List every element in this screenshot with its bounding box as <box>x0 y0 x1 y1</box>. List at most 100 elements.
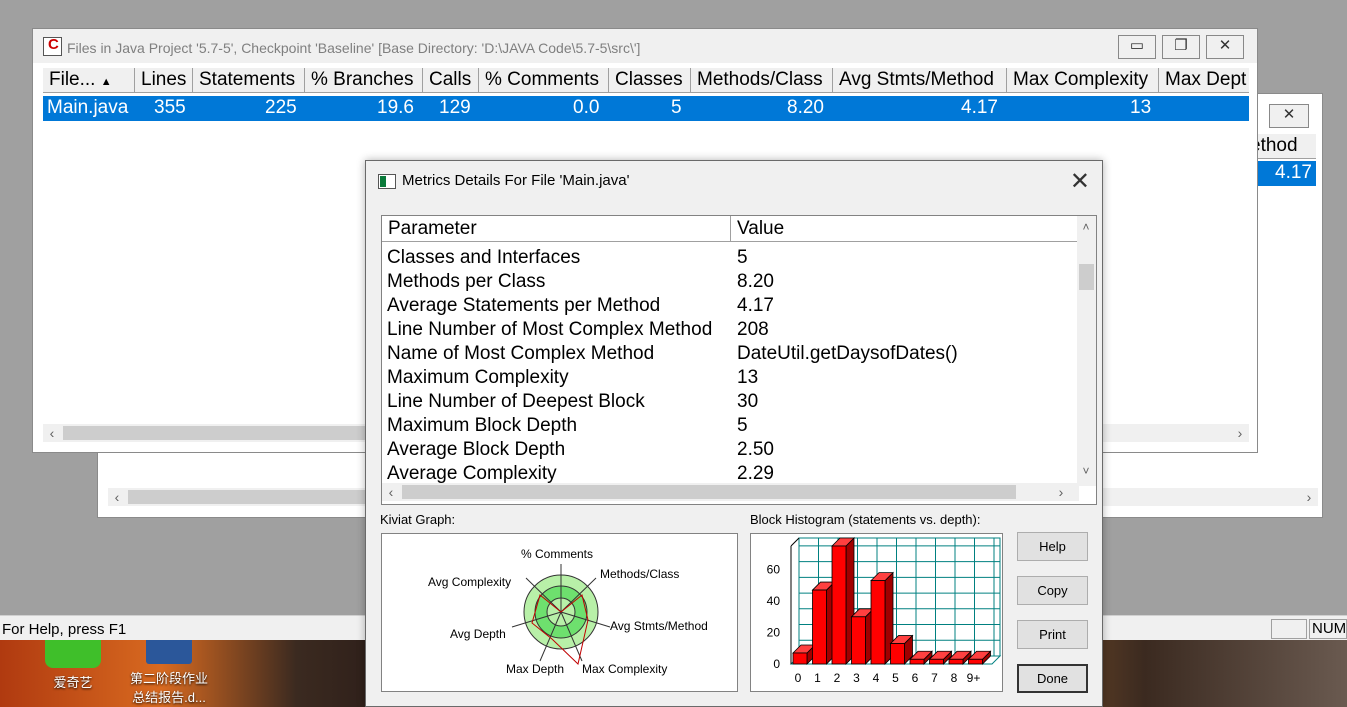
histogram-bar <box>929 658 944 665</box>
scroll-up-icon[interactable]: ˄ <box>1077 218 1095 236</box>
copy-button[interactable]: Copy <box>1017 576 1088 605</box>
histogram-bar <box>968 658 983 665</box>
scroll-thumb[interactable] <box>1079 264 1094 290</box>
metrics-dialog[interactable]: Metrics Details For File 'Main.java' ✕ P… <box>365 160 1103 707</box>
minimize-button[interactable]: ▭ <box>1118 35 1156 59</box>
histogram-y-tick-label: 40 <box>767 594 781 608</box>
help-button[interactable]: Help <box>1017 532 1088 561</box>
column-header-comments[interactable]: % Comments <box>479 68 609 93</box>
column-header-avg-stmts[interactable]: Avg Stmts/Method <box>833 68 1007 93</box>
metric-value[interactable]: 8.20 <box>737 270 774 294</box>
metric-param[interactable]: Maximum Block Depth <box>387 414 577 438</box>
kiviat-axis-label: Max Depth <box>506 662 564 676</box>
cell-avg-stmts: 4.17 <box>961 97 998 118</box>
cell-methods-class: 8.20 <box>787 97 824 118</box>
close-button[interactable]: ✕ <box>1206 35 1244 59</box>
back-close-button[interactable]: ✕ <box>1269 104 1309 128</box>
done-button[interactable]: Done <box>1017 664 1088 693</box>
status-help-text: For Help, press F1 <box>2 621 127 638</box>
histogram-bar <box>831 545 847 665</box>
metric-param[interactable]: Methods per Class <box>387 270 545 294</box>
scroll-right-icon[interactable]: › <box>1231 424 1249 442</box>
metrics-icon <box>378 174 396 189</box>
scroll-left-icon[interactable]: ‹ <box>382 483 400 501</box>
metric-param[interactable]: Maximum Complexity <box>387 366 569 390</box>
app-icon <box>43 36 62 56</box>
histogram-y-tick-label: 0 <box>773 657 780 671</box>
metric-value[interactable]: DateUtil.getDaysofDates() <box>737 342 958 366</box>
column-header-file[interactable]: File... ▲ <box>43 68 135 93</box>
kiviat-axis-label: Avg Stmts/Method <box>610 619 708 633</box>
scroll-right-icon[interactable]: › <box>1300 488 1318 506</box>
scroll-right-icon[interactable]: › <box>1052 483 1070 501</box>
column-header-parameter[interactable]: Parameter <box>382 216 731 242</box>
histogram-bar <box>890 643 905 665</box>
column-header-max-complexity[interactable]: Max Complexity <box>1007 68 1159 93</box>
cell-branches: 19.6 <box>377 97 414 118</box>
metric-param[interactable]: Line Number of Most Complex Method <box>387 318 712 342</box>
table-row[interactable]: Main.java 355 225 19.6 129 0.0 5 8.20 4.… <box>43 96 1249 121</box>
column-header-methods-class[interactable]: Methods/Class <box>691 68 833 93</box>
column-header-branches[interactable]: % Branches <box>305 68 423 93</box>
column-header-statements[interactable]: Statements <box>193 68 305 93</box>
kiviat-axis-label: Methods/Class <box>600 567 679 581</box>
metric-value[interactable]: 4.17 <box>737 294 774 318</box>
metric-value[interactable]: 5 <box>737 414 748 438</box>
metric-param[interactable]: Name of Most Complex Method <box>387 342 654 366</box>
histogram-bar <box>909 658 925 665</box>
column-header-max-depth[interactable]: Max Dept <box>1159 68 1249 93</box>
maximize-button[interactable]: ❐ <box>1162 35 1200 59</box>
word-document-icon <box>146 640 192 664</box>
cell-file: Main.java <box>47 97 129 118</box>
sort-ascending-icon: ▲ <box>100 76 112 88</box>
histogram-x-tick-label: 5 <box>892 671 899 685</box>
histogram-x-tick-label: 2 <box>834 671 841 685</box>
scroll-thumb[interactable] <box>63 426 368 440</box>
metric-param[interactable]: Average Statements per Method <box>387 294 660 318</box>
cell-statements: 225 <box>265 97 297 118</box>
dialog-close-icon[interactable]: ✕ <box>1070 167 1090 196</box>
cell-calls: 129 <box>439 97 471 118</box>
column-header-value[interactable]: Value <box>731 216 1079 242</box>
metric-param[interactable]: Classes and Interfaces <box>387 246 580 270</box>
desktop-icon-iqiyi[interactable]: 爱奇艺 <box>28 640 118 691</box>
metric-value[interactable]: 2.50 <box>737 438 774 462</box>
histogram-label: Block Histogram (statements vs. depth): <box>750 512 981 527</box>
cell-lines: 355 <box>154 97 186 118</box>
metric-param[interactable]: Line Number of Deepest Block <box>387 390 645 414</box>
kiviat-svg: % Comments Methods/Class Avg Stmts/Metho… <box>428 547 708 676</box>
back-selected-cell[interactable]: 4.17 <box>1258 161 1316 186</box>
histogram-x-tick-label: 1 <box>814 671 821 685</box>
histogram-x-tick-label: 3 <box>853 671 860 685</box>
metric-value[interactable]: 13 <box>737 366 758 390</box>
scroll-left-icon[interactable]: ‹ <box>43 424 61 442</box>
column-header-calls[interactable]: Calls <box>423 68 479 93</box>
metrics-hscrollbar[interactable]: ‹ › <box>382 483 1079 501</box>
desktop-icon-word-doc[interactable]: 第二阶段作业 总结报告.d... <box>124 640 214 706</box>
metric-param[interactable]: Average Block Depth <box>387 438 565 462</box>
scroll-thumb[interactable] <box>128 490 388 504</box>
histogram-y-tick-label: 20 <box>767 626 781 640</box>
cell-max-complexity: 13 <box>1130 97 1152 118</box>
kiviat-graph: % Comments Methods/Class Avg Stmts/Metho… <box>381 533 738 692</box>
histogram-x-tick-label: 0 <box>795 671 802 685</box>
files-window-titlebar[interactable]: Files in Java Project '5.7-5', Checkpoin… <box>33 29 1257 63</box>
kiviat-axis-label: Avg Depth <box>450 627 506 641</box>
print-button[interactable]: Print <box>1017 620 1088 649</box>
column-header-classes[interactable]: Classes <box>609 68 691 93</box>
metrics-vscrollbar[interactable]: ˄ ˅ <box>1077 216 1096 486</box>
metric-value[interactable]: 5 <box>737 246 748 270</box>
scroll-thumb[interactable] <box>402 485 1016 499</box>
metrics-list[interactable]: Parameter Value Classes and Interfaces 5 M… <box>381 215 1097 505</box>
scroll-left-icon[interactable]: ‹ <box>108 488 126 506</box>
histogram-svg: 02040600 1 2 3 4 5 6 7 8 9+ <box>767 537 1002 685</box>
metric-value[interactable]: 30 <box>737 390 758 414</box>
column-header-lines[interactable]: Lines <box>135 68 193 93</box>
kiviat-axis-label: % Comments <box>521 547 593 561</box>
metric-value[interactable]: 208 <box>737 318 769 342</box>
histogram-bar <box>851 616 866 665</box>
back-column-header[interactable]: ethod <box>1250 134 1316 159</box>
cell-classes: 5 <box>671 97 682 118</box>
histogram-x-tick-label: 9+ <box>967 671 981 685</box>
scroll-down-icon[interactable]: ˅ <box>1077 462 1095 480</box>
